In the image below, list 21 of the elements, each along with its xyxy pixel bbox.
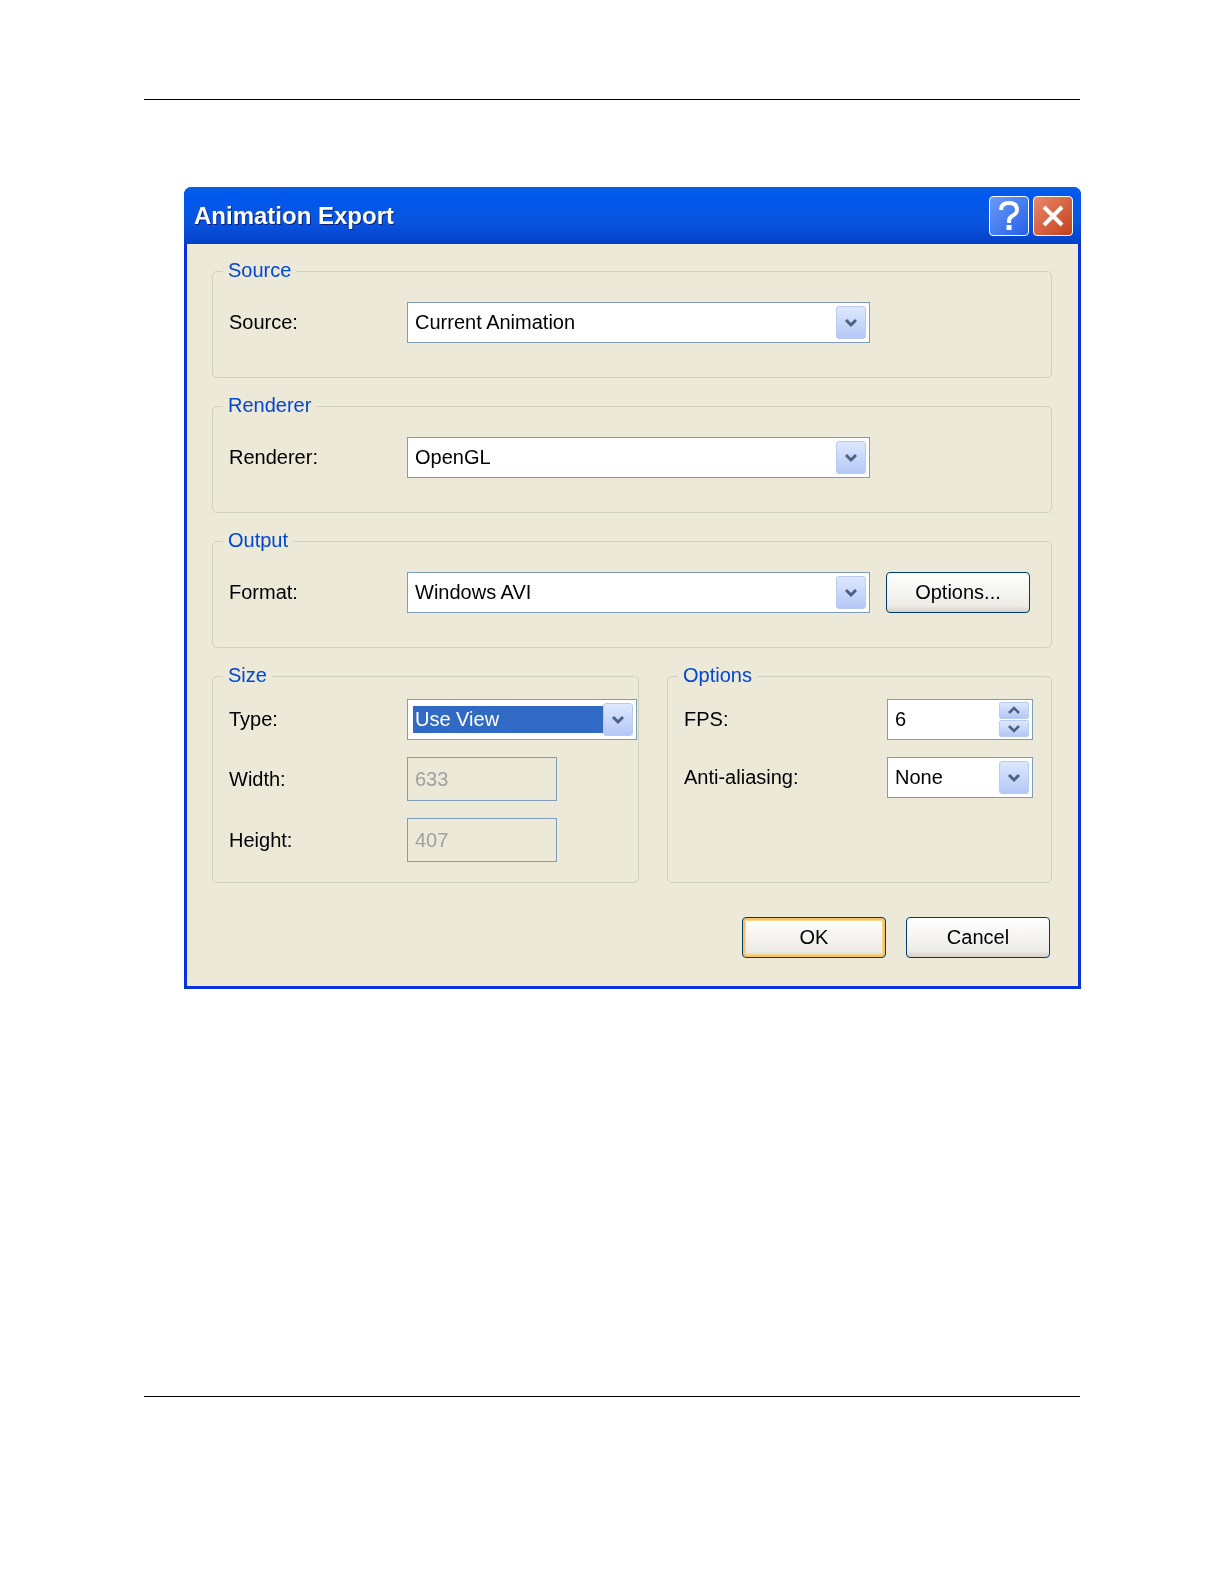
window-title: Animation Export: [194, 201, 395, 230]
dialog-button[interactable]: OK: [742, 917, 886, 958]
field-label: Height:: [229, 828, 294, 852]
group-title: Options: [678, 664, 757, 687]
field-label: Width:: [229, 767, 287, 791]
field-label: Source:: [229, 311, 299, 334]
dropdown[interactable]: Use View: [407, 699, 637, 740]
field-label: Format:: [229, 581, 299, 604]
field-label: Renderer:: [229, 446, 319, 469]
dialog-button[interactable]: Cancel: [906, 917, 1050, 958]
spinner-field[interactable]: 6: [887, 699, 1033, 740]
options-button[interactable]: Options...: [886, 572, 1030, 613]
field-label: Type:: [229, 708, 279, 731]
dropdown[interactable]: Windows AVI: [407, 572, 870, 613]
field-label: Anti-aliasing:: [684, 766, 799, 789]
field-label: FPS:: [684, 708, 730, 731]
dropdown[interactable]: OpenGL: [407, 437, 870, 478]
dropdown[interactable]: Current Animation: [407, 302, 870, 343]
close-icon[interactable]: [1033, 195, 1073, 236]
help-icon[interactable]: [989, 195, 1029, 236]
dropdown[interactable]: None: [887, 757, 1033, 798]
